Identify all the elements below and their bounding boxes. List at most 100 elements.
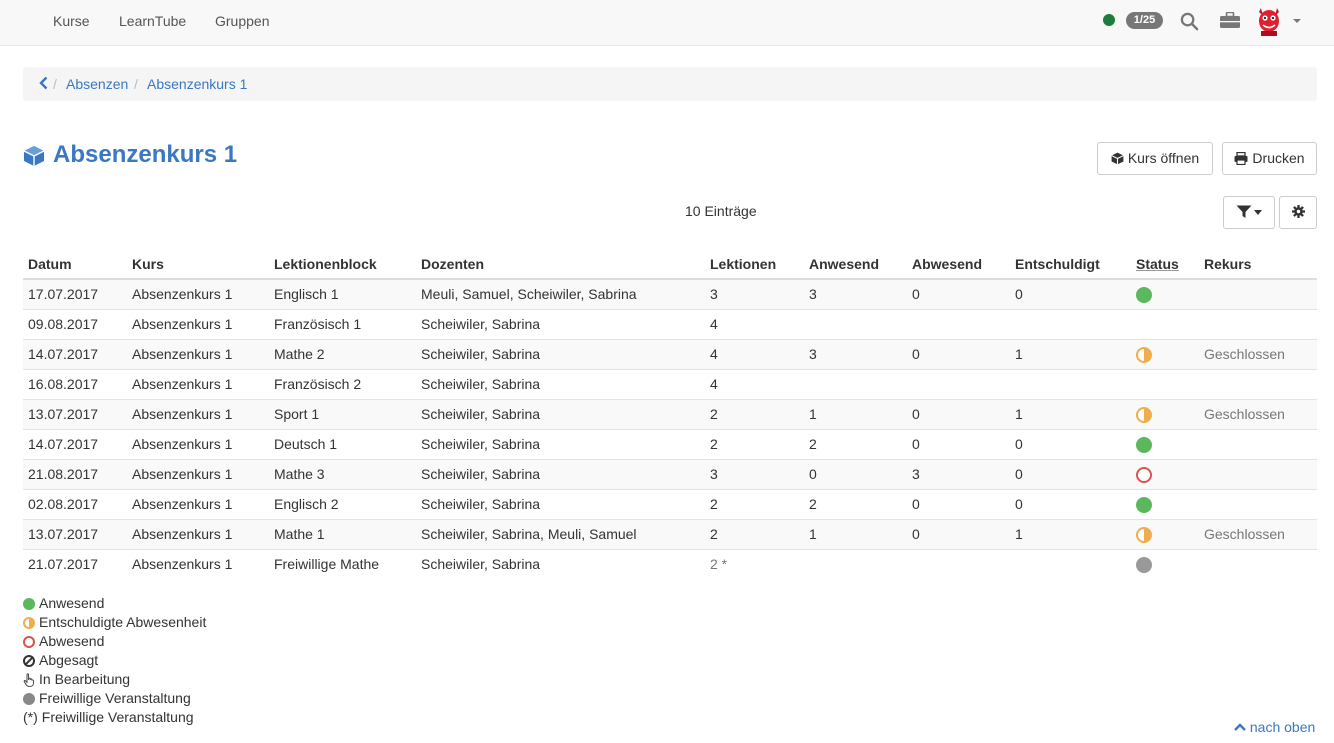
column-header-rekurs[interactable]: Rekurs bbox=[1199, 249, 1317, 280]
voluntary-status-icon[interactable] bbox=[1136, 556, 1152, 573]
cell-entschuldigt: 1 bbox=[1010, 398, 1131, 429]
absent-status-icon bbox=[23, 635, 35, 648]
cell-dozenten: Scheiwiler, Sabrina bbox=[416, 428, 705, 459]
cell-rekurs bbox=[1199, 428, 1317, 459]
cell-rekurs bbox=[1199, 308, 1317, 339]
column-header-abwesend[interactable]: Abwesend bbox=[907, 249, 1010, 280]
column-header-kurs[interactable]: Kurs bbox=[127, 249, 269, 280]
present-status-icon[interactable] bbox=[1136, 496, 1152, 513]
cell-block: Mathe 1 bbox=[269, 518, 416, 549]
cell-status bbox=[1131, 308, 1199, 339]
column-header-status[interactable]: Status bbox=[1131, 249, 1199, 280]
page-title: Absenzenkurs 1 bbox=[53, 141, 238, 168]
entries-count: 10 Einträge bbox=[685, 203, 757, 219]
briefcase-icon[interactable] bbox=[1220, 11, 1240, 32]
cell-lektionen: 4 bbox=[705, 308, 804, 339]
absent-status-icon[interactable] bbox=[1136, 466, 1152, 483]
cell-datum: 21.07.2017 bbox=[23, 548, 127, 579]
settings-button[interactable] bbox=[1279, 196, 1317, 229]
cell-dozenten: Scheiwiler, Sabrina bbox=[416, 338, 705, 369]
cell-block: Französisch 1 bbox=[269, 308, 416, 339]
column-header-dozenten[interactable]: Dozenten bbox=[416, 249, 705, 280]
cell-rekurs: Geschlossen bbox=[1199, 398, 1317, 429]
back-chevron-icon[interactable] bbox=[39, 76, 48, 93]
notification-badge[interactable]: 1/25 bbox=[1126, 12, 1163, 29]
cell-status bbox=[1131, 428, 1199, 459]
breadcrumb-item-absenzen[interactable]: Absenzen bbox=[66, 76, 128, 92]
breadcrumb-separator: / bbox=[134, 76, 138, 92]
cell-anwesend: 2 bbox=[804, 428, 907, 459]
cell-dozenten: Scheiwiler, Sabrina bbox=[416, 398, 705, 429]
gear-icon bbox=[1291, 205, 1305, 218]
print-button[interactable]: Drucken bbox=[1222, 142, 1317, 175]
table-row: 17.07.2017 Absenzenkurs 1 Englisch 1 Meuli,… bbox=[23, 278, 1317, 309]
cell-abwesend: 0 bbox=[907, 488, 1010, 519]
breadcrumb: / Absenzen / Absenzenkurs 1 bbox=[23, 67, 1317, 101]
cell-kurs: Absenzenkurs 1 bbox=[127, 488, 269, 519]
chevron-down-icon[interactable] bbox=[1293, 19, 1301, 23]
top-navbar: Kurse LearnTube Gruppen 1/25 bbox=[0, 0, 1334, 46]
cell-abwesend: 3 bbox=[907, 458, 1010, 489]
cell-anwesend: 2 bbox=[804, 488, 907, 519]
cell-kurs: Absenzenkurs 1 bbox=[127, 428, 269, 459]
cell-lektionen: 2 bbox=[705, 428, 804, 459]
table-row: 21.08.2017 Absenzenkurs 1 Mathe 3 Scheiwile… bbox=[23, 458, 1317, 489]
column-header-anwesend[interactable]: Anwesend bbox=[804, 249, 907, 280]
legend-item: Freiwillige Veranstaltung bbox=[23, 689, 206, 708]
cell-status bbox=[1131, 368, 1199, 399]
cell-datum: 02.08.2017 bbox=[23, 488, 127, 519]
column-header-datum[interactable]: Datum bbox=[23, 249, 127, 280]
cell-entschuldigt bbox=[1010, 368, 1131, 399]
voluntary-status-icon bbox=[23, 692, 35, 705]
search-icon[interactable] bbox=[1180, 12, 1199, 34]
back-to-top-link[interactable]: nach oben bbox=[1234, 719, 1315, 735]
excused-status-icon[interactable] bbox=[1136, 526, 1152, 543]
excused-status-icon[interactable] bbox=[1136, 346, 1152, 363]
online-status-icon[interactable] bbox=[1103, 14, 1115, 26]
cell-datum: 16.08.2017 bbox=[23, 368, 127, 399]
filter-button[interactable] bbox=[1223, 196, 1275, 229]
cell-rekurs: Geschlossen bbox=[1199, 518, 1317, 549]
cell-status bbox=[1131, 398, 1199, 429]
cell-abwesend: 0 bbox=[907, 398, 1010, 429]
cell-status bbox=[1131, 458, 1199, 489]
cell-lektionen: 2 bbox=[705, 398, 804, 429]
avatar[interactable] bbox=[1255, 6, 1283, 36]
cell-entschuldigt: 0 bbox=[1010, 278, 1131, 309]
cell-kurs: Absenzenkurs 1 bbox=[127, 368, 269, 399]
cell-block: Englisch 2 bbox=[269, 488, 416, 519]
cell-rekurs bbox=[1199, 548, 1317, 579]
cell-status bbox=[1131, 278, 1199, 309]
cell-lektionen: 2 bbox=[705, 488, 804, 519]
cell-entschuldigt: 0 bbox=[1010, 488, 1131, 519]
nav-item-learntube[interactable]: LearnTube bbox=[119, 13, 186, 29]
cell-kurs: Absenzenkurs 1 bbox=[127, 338, 269, 369]
cell-datum: 17.07.2017 bbox=[23, 278, 127, 309]
excused-status-icon bbox=[23, 616, 35, 629]
cell-kurs: Absenzenkurs 1 bbox=[127, 398, 269, 429]
cell-block: Sport 1 bbox=[269, 398, 416, 429]
present-status-icon[interactable] bbox=[1136, 286, 1152, 303]
nav-item-kurse[interactable]: Kurse bbox=[53, 13, 90, 29]
cell-datum: 13.07.2017 bbox=[23, 398, 127, 429]
legend-item: In Bearbeitung bbox=[23, 670, 206, 689]
column-header-lektionen[interactable]: Lektionen bbox=[705, 249, 804, 280]
cell-datum: 09.08.2017 bbox=[23, 308, 127, 339]
present-status-icon[interactable] bbox=[1136, 436, 1152, 453]
cell-datum: 14.07.2017 bbox=[23, 428, 127, 459]
nav-item-gruppen[interactable]: Gruppen bbox=[215, 13, 269, 29]
present-status-icon bbox=[23, 597, 35, 610]
open-course-button[interactable]: Kurs öffnen bbox=[1097, 142, 1213, 175]
excused-status-icon[interactable] bbox=[1136, 406, 1152, 423]
absences-table: Datum Kurs Lektionenblock Dozenten Lekti… bbox=[23, 249, 1317, 579]
cell-dozenten: Scheiwiler, Sabrina bbox=[416, 548, 705, 579]
cell-lektionen: 2 * bbox=[705, 548, 804, 579]
legend-item: (*) Freiwillige Veranstaltung bbox=[23, 708, 206, 727]
column-header-lektionenblock[interactable]: Lektionenblock bbox=[269, 249, 416, 280]
legend-item: Entschuldigte Abwesenheit bbox=[23, 613, 206, 632]
cell-rekurs: Geschlossen bbox=[1199, 338, 1317, 369]
legend-label: Abgesagt bbox=[39, 652, 99, 668]
column-header-entschuldigt[interactable]: Entschuldigt bbox=[1010, 249, 1131, 280]
breadcrumb-item-course[interactable]: Absenzenkurs 1 bbox=[147, 76, 247, 92]
cell-block: Englisch 1 bbox=[269, 278, 416, 309]
